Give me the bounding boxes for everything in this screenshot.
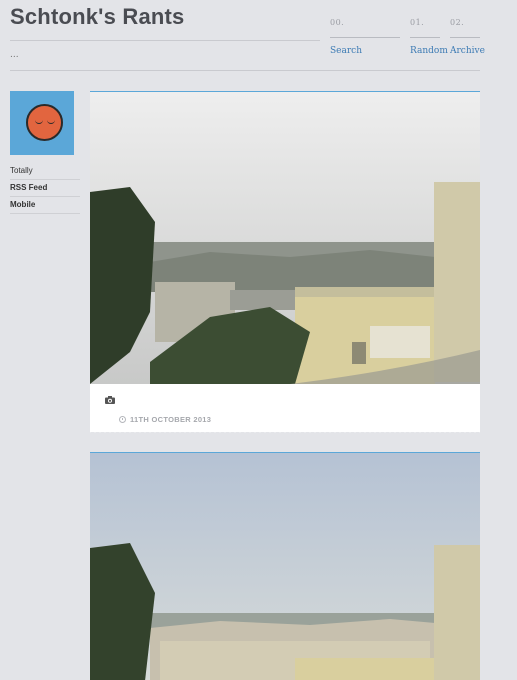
- nav-number: 02.: [450, 18, 465, 27]
- divider: [10, 40, 320, 41]
- divider: [10, 70, 480, 71]
- divider: [450, 37, 480, 38]
- avatar-face-icon: [26, 104, 63, 141]
- divider: [330, 37, 400, 38]
- camera-icon[interactable]: [105, 396, 115, 404]
- post-photo[interactable]: [90, 453, 480, 680]
- archive-link[interactable]: Archive: [450, 46, 485, 56]
- post-footer: 11TH OCTOBER 2013: [90, 384, 480, 432]
- sidebar-link-mobile[interactable]: Mobile: [10, 197, 80, 214]
- post-date[interactable]: 11TH OCTOBER 2013: [119, 415, 212, 424]
- sidebar-link-rss-feed[interactable]: RSS Feed: [10, 180, 80, 197]
- cityscape-photo: [90, 92, 480, 384]
- sidebar-link-totally[interactable]: Totally: [10, 163, 80, 180]
- site-title[interactable]: Schtonk's Rants: [10, 4, 185, 30]
- nav-archive: 02. Archive: [450, 18, 485, 56]
- clock-icon: [119, 416, 126, 423]
- nav-random: 01. Random: [410, 18, 448, 56]
- post-photo[interactable]: [90, 92, 480, 384]
- page: Schtonk's Rants ... 00. Search 01. Rando…: [0, 0, 517, 680]
- nav-number: 01.: [410, 18, 425, 27]
- search-link[interactable]: Search: [330, 46, 400, 56]
- cityscape-photo: [90, 453, 480, 680]
- divider: [90, 430, 480, 433]
- nav-number: 00.: [330, 18, 345, 27]
- divider: [410, 37, 440, 38]
- photo-post: [90, 452, 480, 680]
- avatar[interactable]: [10, 91, 74, 155]
- photo-post: 11TH OCTOBER 2013: [90, 91, 480, 433]
- post-date-text: 11TH OCTOBER 2013: [130, 415, 212, 424]
- site-subtitle: ...: [10, 50, 19, 60]
- random-link[interactable]: Random: [410, 46, 448, 56]
- sidebar-links: Totally RSS Feed Mobile: [10, 163, 80, 214]
- nav-search: 00. Search: [330, 18, 400, 56]
